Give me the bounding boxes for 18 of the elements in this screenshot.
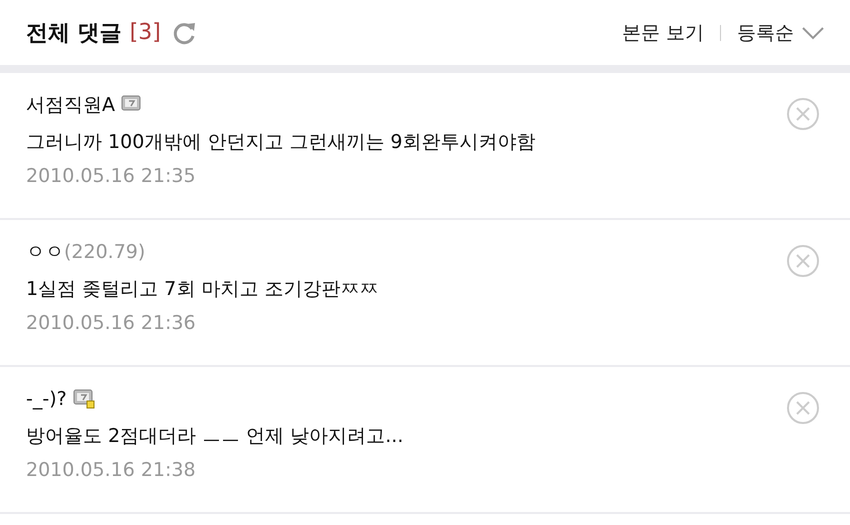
author-name: -_-)? bbox=[26, 388, 67, 410]
comment-date: 2010.05.16 21:36 bbox=[26, 312, 197, 334]
ip-address: (220.79) bbox=[64, 241, 146, 263]
comments-title: 전체 댓글 bbox=[26, 20, 122, 48]
comment-text: 방어율도 2점대더라 ㅡㅡ 언제 낮아지려고... bbox=[26, 424, 404, 449]
comment-text: 1실점 좆털리고 7회 마치고 조기강판ㅉㅉ bbox=[26, 277, 380, 302]
delete-icon[interactable] bbox=[786, 391, 820, 425]
author-name: ㅇㅇ bbox=[26, 240, 64, 265]
delete-icon[interactable] bbox=[786, 244, 820, 278]
comment-date: 2010.05.16 21:38 bbox=[26, 459, 197, 481]
view-post-link[interactable]: 본문 보기 bbox=[622, 20, 704, 46]
comment-text: 그러니까 100개밖에 안던지고 그런새끼는 9회완투시켜야함 bbox=[26, 130, 537, 155]
comment-date: 2010.05.16 21:35 bbox=[26, 165, 197, 187]
author-name: 서점직원A bbox=[26, 93, 115, 118]
sort-dropdown[interactable]: 등록순 bbox=[737, 20, 824, 46]
delete-icon[interactable] bbox=[786, 97, 820, 131]
comment-count: [3] bbox=[130, 20, 161, 45]
chevron-down-icon bbox=[802, 26, 824, 40]
